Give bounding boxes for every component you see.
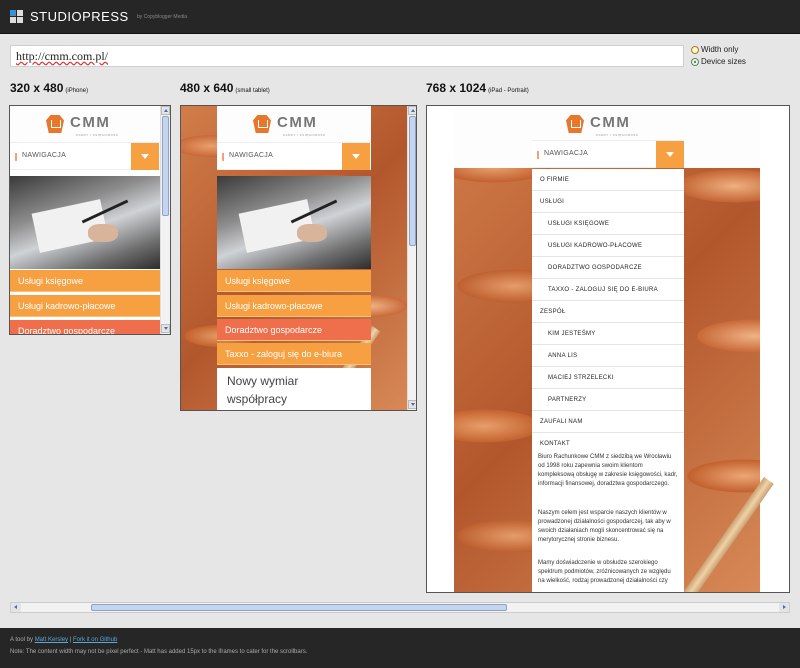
menu-button-taxxo[interactable]: Taxxo - zaloguj się do e-biura [217,343,371,365]
top-bar: STUDIOPRESS by Copyblogger Media [0,0,800,34]
brand-title[interactable]: STUDIOPRESS [30,9,129,24]
scroll-down-arrow-icon[interactable] [161,324,170,333]
scroll-up-arrow-icon[interactable] [408,106,416,115]
scroll-up-arrow-icon[interactable] [161,106,170,115]
small-tablet-frame[interactable]: CMM KADRY I KSIĘGOWOŚĆ NAWIGACJA Usługi … [180,105,417,411]
cmm-logo-text[interactable]: CMM [277,114,317,131]
menu-item-o-firmie[interactable]: O FIRMIE [532,169,684,191]
nav-bar[interactable]: NAWIGACJA [217,142,371,170]
device-label-small-tablet: 480 x 640 (small tablet) [180,81,270,95]
content-box: Nowy wymiar współpracy [217,368,371,410]
menu-item-uslugi-ksiegowe[interactable]: USŁUGI KSIĘGOWE [532,213,684,235]
site-header: CMM KADRY I KSIĘGOWOŚĆ [10,106,160,142]
cmm-logo-text[interactable]: CMM [70,114,110,131]
device-name: (small tablet) [235,88,270,94]
device-label-iphone: 320 x 480 (iPhone) [10,81,88,95]
menu-button-uslugi-kadrowo[interactable]: Usługi kadrowo-płacowe [217,295,371,317]
small-tablet-vertical-scrollbar[interactable] [407,106,416,410]
site-header: CMM KADRY I KSIĘGOWOŚĆ [217,106,371,142]
device-name: (iPad - Portrait) [488,88,529,94]
menu-item-zespol[interactable]: ZESPÓŁ [532,301,684,323]
headline-line-2: współpracy [227,392,288,406]
footer-note: Note: The content width may not be pixel… [10,649,308,655]
nav-bar[interactable]: NAWIGACJA [10,142,160,170]
menu-button-doradztwo[interactable]: Doradztwo gospodarcze [217,319,371,341]
menu-item-doradztwo[interactable]: DORADZTWO GOSPODARCZE [532,257,684,279]
menu-button-uslugi-ksiegowe[interactable]: Usługi księgowe [10,270,160,292]
cmm-logo-icon[interactable] [566,115,584,133]
cmm-logo-icon[interactable] [253,115,271,133]
footer-credits: A tool by Matt Kersley | Fork it on Gith… [10,637,117,643]
device-sizes-label: Device sizes [701,57,746,66]
nav-marker [537,151,539,159]
device-label-ipad: 768 x 1024 (iPad - Portrait) [426,81,529,95]
menu-item-maciej-strzelecki[interactable]: MACIEJ STRZELECKI [532,367,684,389]
nav-bar[interactable]: NAWIGACJA [532,140,684,168]
cmm-logo-text[interactable]: CMM [590,114,630,131]
horizontal-scroll-thumb[interactable] [91,604,507,611]
studiopress-logo-icon [10,10,23,23]
hand-shape [297,224,327,242]
paragraph-1: Biuro Rachunkowe CMM z siedzibą we Wrocł… [538,454,678,487]
footer: A tool by Matt Kersley | Fork it on Gith… [0,628,800,668]
nav-marker [222,153,224,161]
nav-dropdown-menu: O FIRMIE USŁUGI USŁUGI KSIĘGOWE USŁUGI K… [532,169,684,455]
menu-button-uslugi-kadrowo[interactable]: Usługi kadrowo-płacowe [10,295,160,317]
menu-item-anna-lis[interactable]: ANNA LIS [532,345,684,367]
nav-label: NAWIGACJA [544,150,589,157]
nav-marker [15,153,17,161]
device-size: 768 x 1024 [426,81,487,95]
ipad-frame[interactable]: CMM KADRY I KSIĘGOWOŚĆ NAWIGACJA O FIRMI… [426,105,790,593]
width-only-radio[interactable] [691,46,699,54]
device-size: 480 x 640 [180,81,234,95]
menu-item-partnerzy[interactable]: PARTNERZY [532,389,684,411]
scroll-thumb[interactable] [162,116,169,216]
ipad-page: CMM KADRY I KSIĘGOWOŚĆ NAWIGACJA O FIRMI… [427,106,789,592]
menu-item-kim-jestesmy[interactable]: KIM JESTEŚMY [532,323,684,345]
author-link[interactable]: Matt Kersley [35,637,68,643]
nav-toggle-button[interactable] [656,141,684,168]
scroll-thumb[interactable] [409,116,416,246]
paragraph-3: Mamy doświadczenie w obsłudze szerokiego… [538,560,671,584]
menu-item-zaufali-nam[interactable]: ZAUFALI NAM [532,411,684,433]
scroll-left-arrow-icon[interactable] [11,603,21,612]
cmm-logo-icon[interactable] [46,115,64,133]
device-sizes-radio[interactable] [691,58,699,66]
hero-image [10,176,160,269]
horizontal-scrollbar[interactable] [10,602,790,613]
scroll-down-arrow-icon[interactable] [408,400,416,409]
url-input[interactable]: http://cmm.com.pl/ [10,45,684,67]
hero-image [217,176,371,269]
width-only-label: Width only [701,45,739,54]
cmm-logo-sub: KADRY I KSIĘGOWOŚĆ [596,133,639,137]
menu-item-taxxo[interactable]: TAXXO - ZALOGUJ SIĘ DO E-BIURA [532,279,684,301]
device-name: (iPhone) [65,88,89,94]
paragraph-2: Naszym celem jest wsparcie naszych klien… [538,510,671,543]
content-text-box: Biuro Rachunkowe CMM z siedzibą we Wrocł… [532,451,684,592]
headline-line-1: Nowy wymiar [227,374,299,388]
url-text: http://cmm.com.pl/ [16,49,108,63]
small-tablet-page: CMM KADRY I KSIĘGOWOŚĆ NAWIGACJA Usługi … [181,106,407,410]
cmm-logo-sub: KADRY I KSIĘGOWOŚĆ [76,133,119,137]
footer-separator: | [69,637,72,643]
nav-toggle-button[interactable] [131,143,159,170]
menu-button-doradztwo[interactable]: Doradztwo gospodarcze [10,320,160,334]
device-size: 320 x 480 [10,81,64,95]
menu-item-uslugi[interactable]: USŁUGI [532,191,684,213]
brand-tagline: by Copyblogger Media [137,14,188,20]
nav-label: NAWIGACJA [22,152,67,159]
iphone-frame[interactable]: CMM KADRY I KSIĘGOWOŚĆ NAWIGACJA Usługi … [9,105,171,335]
hand-shape [88,224,118,242]
footer-prefix: A tool by [10,637,34,643]
nav-label: NAWIGACJA [229,152,274,159]
scroll-right-arrow-icon[interactable] [779,603,789,612]
iphone-page: CMM KADRY I KSIĘGOWOŚĆ NAWIGACJA Usługi … [10,106,160,334]
github-link[interactable]: Fork it on Github [73,637,117,643]
nav-toggle-button[interactable] [342,143,370,170]
menu-button-uslugi-ksiegowe[interactable]: Usługi księgowe [217,270,371,292]
iphone-vertical-scrollbar[interactable] [160,106,170,334]
menu-item-uslugi-kadrowo[interactable]: USŁUGI KADROWO-PŁACOWE [532,235,684,257]
cmm-logo-sub: KADRY I KSIĘGOWOŚĆ [283,133,326,137]
